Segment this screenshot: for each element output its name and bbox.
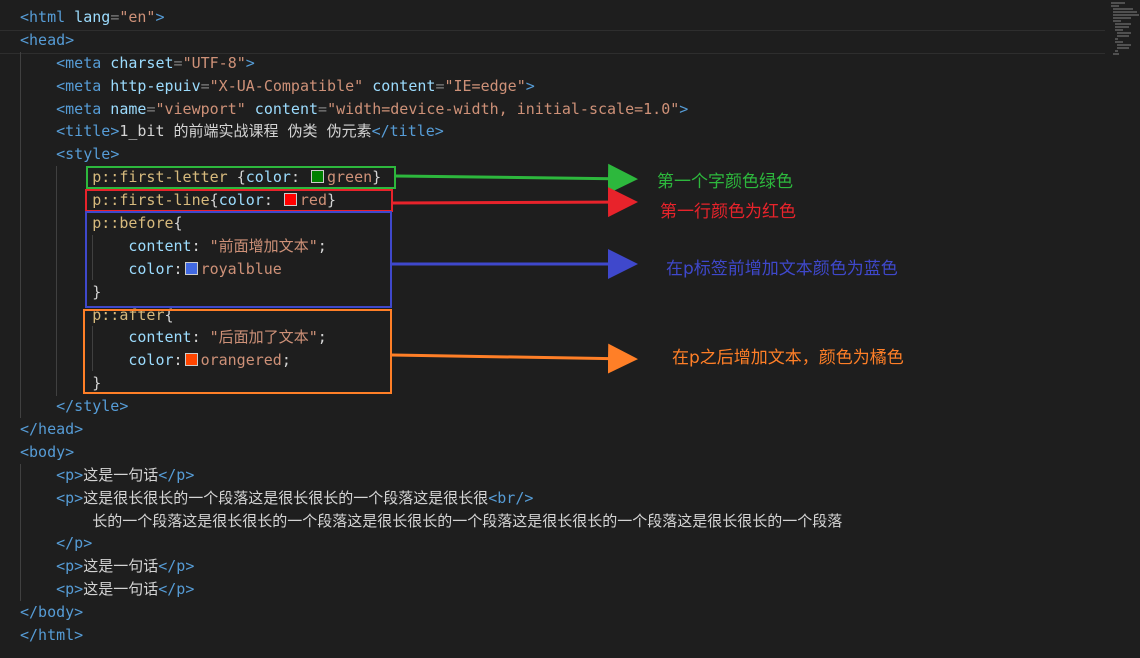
note-first-line: 第一行颜色为红色 xyxy=(660,202,796,222)
arrow-first-letter xyxy=(395,163,638,194)
note-before: 在p标签前增加文本颜色为蓝色 xyxy=(666,259,898,279)
note-first-letter: 第一个字颜色绿色 xyxy=(657,172,793,192)
annotation-arrows xyxy=(391,163,638,374)
arrow-after xyxy=(391,343,638,374)
note-after: 在p之后增加文本，颜色为橘色 xyxy=(672,348,904,368)
minimap[interactable] xyxy=(1105,0,1140,658)
arrow-first-line xyxy=(392,187,638,218)
